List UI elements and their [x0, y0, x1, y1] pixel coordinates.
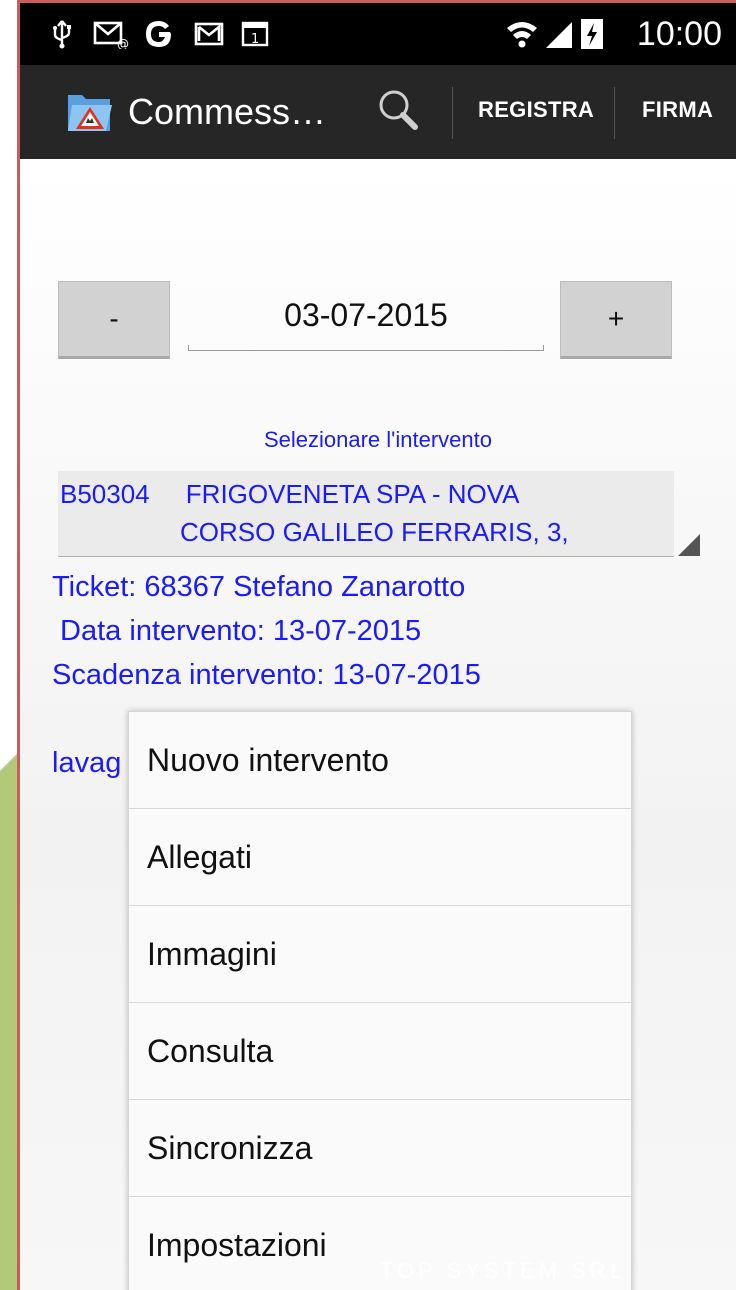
- watermark: TOP SYSTEM SRL: [380, 1258, 626, 1283]
- date-field-underline: [188, 345, 544, 351]
- menu-item-images[interactable]: Immagini: [129, 906, 631, 1003]
- status-bar: @ 1 10:00: [20, 3, 736, 65]
- app-folder-icon[interactable]: [64, 85, 116, 137]
- action-divider: [452, 87, 453, 139]
- phone-screen: @ 1 10:00 Commess… REGISTRA FIRMA - 03-0…: [17, 0, 736, 1290]
- intervention-spinner[interactable]: B50304 FRIGOVENETA SPA - NOVA CORSO GALI…: [58, 471, 700, 557]
- menu-item-new-intervention[interactable]: Nuovo intervento: [129, 712, 631, 809]
- intervention-prompt: Selezionare l'intervento: [263, 427, 492, 452]
- svg-text:1: 1: [251, 32, 259, 47]
- ticket-info: Ticket: 68367 Stefano Zanarotto: [52, 571, 466, 603]
- usb-icon: [50, 17, 74, 51]
- intervention-code: B50304 FRIGOVENETA SPA - NOVA: [60, 479, 520, 509]
- date-decrement-button[interactable]: -: [58, 281, 170, 359]
- date-field[interactable]: 03-07-2015: [188, 287, 544, 347]
- battery-charging-icon: [578, 17, 606, 51]
- menu-item-synchronize[interactable]: Sincronizza: [129, 1100, 631, 1197]
- intervention-address: CORSO GALILEO FERRARIS, 3,: [180, 517, 569, 547]
- google-icon: [142, 17, 176, 51]
- intervention-company: FRIGOVENETA SPA - NOVA: [185, 479, 520, 509]
- clock: 10:00: [636, 15, 722, 53]
- intervention-date: Data intervento: 13-07-2015: [52, 615, 422, 647]
- search-icon[interactable]: [370, 83, 428, 141]
- menu-item-attachments[interactable]: Allegati: [129, 809, 631, 906]
- svg-text:@: @: [117, 37, 129, 49]
- signal-icon: [542, 17, 576, 51]
- intervention-deadline: Scadenza intervento: 13-07-2015: [52, 659, 481, 691]
- menu-item-consult[interactable]: Consulta: [129, 1003, 631, 1100]
- email-notification-icon: @: [92, 17, 132, 51]
- sign-button[interactable]: FIRMA: [642, 97, 713, 123]
- date-increment-button[interactable]: +: [560, 281, 672, 359]
- wifi-icon: [504, 17, 540, 51]
- action-divider: [614, 87, 615, 139]
- dropdown-arrow-icon: [678, 534, 700, 556]
- partial-description: lavag: [52, 747, 122, 779]
- app-title: Commess…: [128, 91, 327, 132]
- action-bar: Commess… REGISTRA FIRMA: [20, 65, 736, 159]
- calendar-icon: 1: [238, 17, 272, 51]
- gmail-icon: [192, 17, 226, 51]
- main-content: - 03-07-2015 + Selezionare l'intervento …: [20, 159, 736, 1290]
- register-button[interactable]: REGISTRA: [478, 97, 594, 123]
- overflow-menu: Nuovo intervento Allegati Immagini Consu…: [128, 711, 632, 1290]
